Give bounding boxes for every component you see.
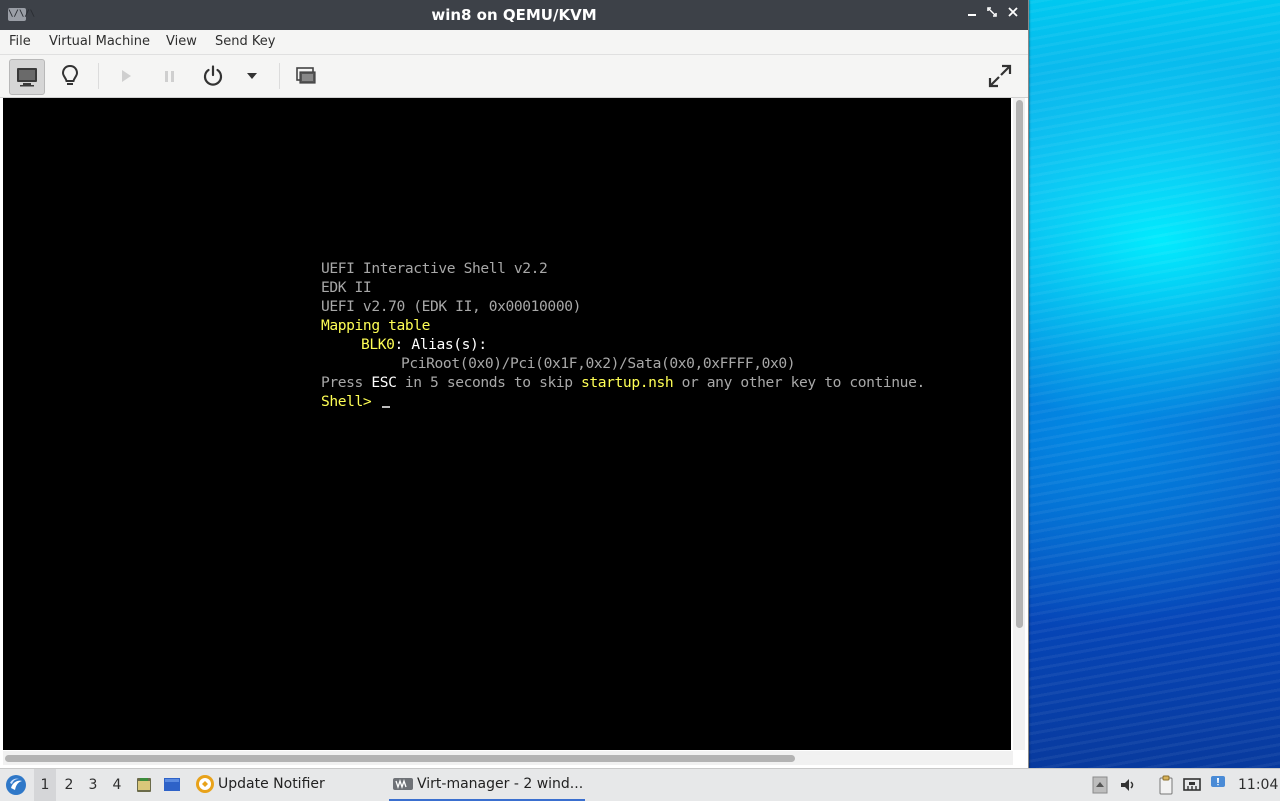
toolbar	[0, 55, 1028, 98]
volume-icon	[1121, 779, 1134, 791]
menu-file[interactable]: File	[9, 30, 31, 54]
toolbar-separator	[279, 63, 280, 89]
console-prompt-line: Shell>	[321, 392, 390, 411]
vm-console-display[interactable]: UEFI Interactive Shell v2.2 EDK II UEFI …	[3, 98, 1011, 750]
close-button[interactable]	[1004, 6, 1022, 24]
shell-prompt: Shell>	[321, 393, 380, 410]
console-text: Press	[321, 374, 372, 391]
task-update-notifier[interactable]: Update Notifier	[192, 769, 382, 799]
notification-button[interactable]	[1208, 773, 1228, 793]
menu-send-key[interactable]: Send Key	[215, 30, 275, 54]
vertical-scroll-thumb[interactable]	[1016, 100, 1023, 628]
lightbulb-icon	[61, 64, 79, 85]
horizontal-scroll-thumb[interactable]	[5, 755, 795, 762]
notification-icon	[1211, 776, 1225, 787]
window-title: win8 on QEMU/KVM	[431, 6, 597, 24]
minimize-icon	[968, 14, 976, 16]
shutdown-button[interactable]	[196, 59, 230, 93]
workspace-4[interactable]: 4	[106, 769, 128, 801]
toolbar-separator	[98, 63, 99, 89]
window-titlebar[interactable]: \/\/\ win8 on QEMU/KVM	[0, 0, 1028, 30]
menu-bar: File Virtual Machine View Send Key	[0, 30, 1028, 55]
task-label: Virt-manager - 2 wind...	[417, 776, 584, 792]
maximize-button[interactable]	[983, 6, 1001, 24]
alias-label: : Alias(s):	[394, 336, 488, 353]
power-icon	[203, 65, 223, 86]
run-button[interactable]	[109, 59, 143, 93]
console-line: EDK II	[321, 279, 372, 296]
horizontal-scrollbar[interactable]	[3, 751, 1013, 765]
console-line: UEFI v2.70 (EDK II, 0x00010000)	[321, 298, 581, 315]
clock[interactable]: 11:04	[1238, 769, 1278, 801]
pause-button[interactable]	[153, 59, 187, 93]
file-manager-launcher[interactable]	[134, 775, 154, 795]
clipboard-button[interactable]	[1156, 775, 1176, 795]
console-text: in 5 seconds to skip	[396, 374, 581, 391]
details-view-button[interactable]	[53, 59, 87, 93]
virt-manager-icon	[393, 777, 413, 791]
console-line: PciRoot(0x0)/Pci(0x1F,0x2)/Sata(0x0,0xFF…	[401, 355, 796, 372]
workspace-2[interactable]: 2	[58, 769, 80, 801]
console-line: UEFI Interactive Shell v2.2	[321, 260, 548, 277]
virt-viewer-window: \/\/\ win8 on QEMU/KVM File Virtual Mach…	[0, 0, 1029, 768]
tray-arrow-icon	[1092, 776, 1108, 794]
fullscreen-button[interactable]	[983, 59, 1017, 93]
close-icon	[1008, 7, 1018, 17]
startup-file-text: startup.nsh	[581, 374, 674, 391]
update-notifier-icon	[194, 773, 216, 795]
show-desktop-button[interactable]	[162, 775, 182, 795]
console-view-button[interactable]	[9, 59, 45, 95]
console-line: BLK0: Alias(s):	[361, 335, 487, 354]
text-cursor	[381, 406, 390, 408]
pause-icon	[165, 71, 174, 82]
esc-key-text: ESC	[371, 374, 397, 391]
taskbar: 1 2 3 4 Update Notifier Virt-manager - 2…	[0, 768, 1280, 801]
desktop-icon	[164, 778, 180, 791]
shutdown-menu-button[interactable]	[235, 59, 269, 93]
menu-view[interactable]: View	[166, 30, 197, 54]
chevron-down-icon	[247, 73, 257, 79]
system-tray-expand[interactable]	[1090, 775, 1110, 795]
console-line: Mapping table	[321, 317, 431, 334]
workspace-3[interactable]: 3	[82, 769, 104, 801]
start-menu-button[interactable]	[4, 773, 28, 797]
maximize-icon	[987, 7, 997, 17]
network-button[interactable]	[1182, 775, 1202, 795]
lubuntu-logo-icon	[6, 775, 26, 795]
file-manager-icon	[137, 778, 151, 792]
snapshot-icon	[296, 67, 316, 84]
workspace-1[interactable]: 1	[34, 769, 56, 801]
task-label: Update Notifier	[218, 776, 325, 792]
task-virt-manager[interactable]: Virt-manager - 2 wind...	[389, 769, 585, 801]
monitor-icon	[17, 68, 37, 87]
console-line: Press ESC in 5 seconds to skip startup.n…	[321, 373, 925, 392]
menu-virtual-machine[interactable]: Virtual Machine	[49, 30, 150, 54]
volume-button[interactable]	[1118, 775, 1138, 795]
vertical-scrollbar[interactable]	[1013, 98, 1025, 750]
network-icon	[1183, 778, 1201, 791]
play-icon	[122, 70, 131, 82]
minimize-button[interactable]	[963, 6, 981, 24]
device-name: BLK0	[361, 336, 395, 353]
snapshots-button[interactable]	[289, 59, 323, 93]
clipboard-icon	[1159, 775, 1173, 795]
console-text: or any other key to continue.	[673, 374, 926, 391]
fullscreen-icon	[988, 64, 1012, 88]
